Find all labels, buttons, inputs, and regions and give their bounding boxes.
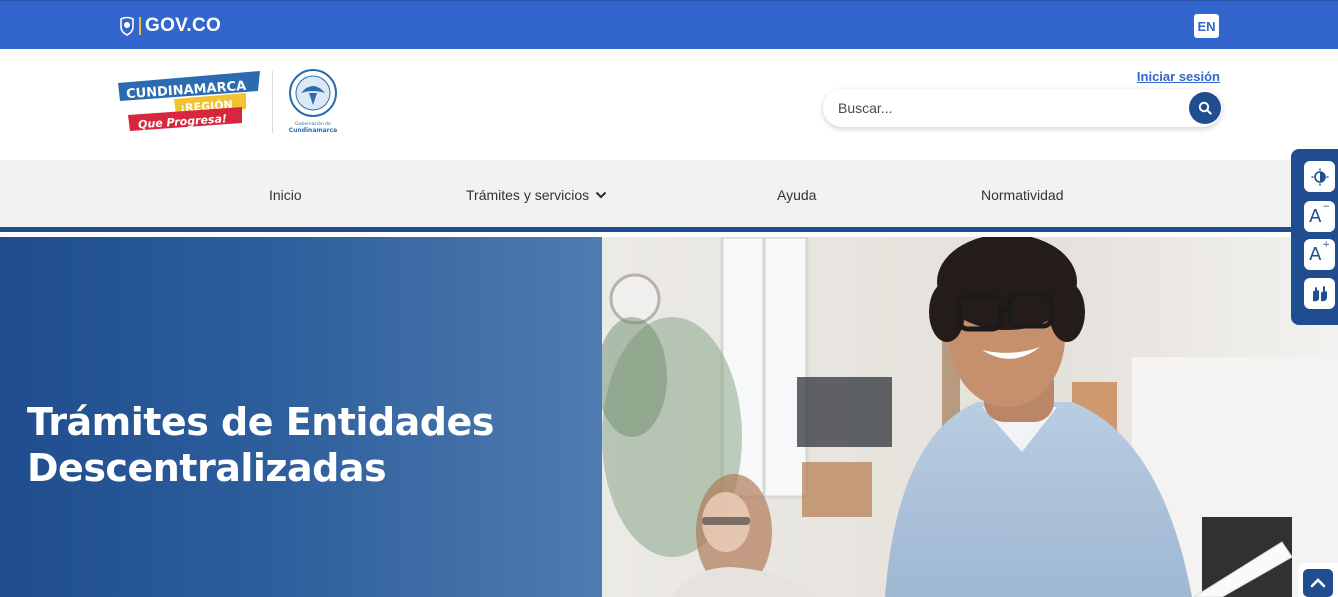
search-icon — [1198, 101, 1212, 115]
search-input[interactable] — [838, 98, 1178, 118]
contrast-button[interactable] — [1304, 161, 1335, 192]
nav-item-ayuda[interactable]: Ayuda — [777, 187, 816, 203]
accessibility-toolbar: A− A+ — [1291, 149, 1338, 325]
increase-font-button[interactable]: A+ — [1304, 239, 1335, 270]
search-button[interactable] — [1189, 92, 1221, 124]
decrease-font-button[interactable]: A− — [1304, 201, 1335, 232]
hero-title: Trámites de Entidades Descentralizadas — [27, 399, 587, 491]
increase-font-icon: A+ — [1309, 240, 1330, 265]
hero-photo — [602, 237, 1338, 597]
login-link[interactable]: Iniciar sesión — [1137, 69, 1220, 84]
nav-item-tramites[interactable]: Trámites y servicios — [466, 187, 607, 203]
main-nav: Inicio Trámites y servicios Ayuda Normat… — [0, 160, 1338, 232]
contrast-icon — [1311, 168, 1328, 185]
sign-language-icon — [1312, 285, 1327, 301]
decrease-font-icon: A− — [1309, 202, 1330, 227]
hero-title-line-2: Descentralizadas — [27, 446, 387, 490]
cundinamarca-brand-logo[interactable]: CUNDINAMARCA ¡REGIÓN Que Progresa! — [116, 69, 262, 131]
language-toggle-button[interactable]: EN — [1194, 14, 1219, 38]
nav-item-label: Normatividad — [981, 187, 1064, 203]
gobernacion-seal-logo[interactable]: Gobernación de Cundinamarca — [287, 69, 339, 135]
nav-item-label: Ayuda — [777, 187, 817, 203]
sign-language-button[interactable] — [1304, 278, 1335, 309]
nav-item-label: Inicio — [269, 187, 302, 203]
seal-caption-2: Cundinamarca — [289, 127, 337, 134]
back-to-top-inner — [1303, 569, 1333, 597]
nav-item-inicio[interactable]: Inicio — [269, 187, 302, 203]
nav-item-normatividad[interactable]: Normatividad — [981, 187, 1063, 203]
hero-title-line-1: Trámites de Entidades — [27, 400, 494, 444]
hero-banner: Trámites de Entidades Descentralizadas — [0, 237, 1338, 597]
search-box — [823, 89, 1222, 127]
logo-divider — [272, 71, 273, 133]
site-header: CUNDINAMARCA ¡REGIÓN Que Progresa! Gober… — [0, 49, 1338, 160]
gov-logo-text: GOV.CO — [145, 15, 222, 36]
gov-co-logo[interactable]: GOV.CO — [119, 14, 221, 38]
chevron-down-icon — [595, 191, 607, 199]
back-to-top-button[interactable] — [1298, 563, 1338, 597]
seal-caption-1: Gobernación de — [295, 120, 331, 127]
nav-item-label: Trámites y servicios — [466, 187, 590, 203]
hero-text-panel: Trámites de Entidades Descentralizadas — [0, 237, 602, 597]
colombia-shield-icon — [120, 16, 134, 36]
gov-top-bar: GOV.CO EN — [0, 0, 1338, 49]
chevron-up-icon — [1310, 578, 1326, 588]
gov-logo-separator — [139, 17, 141, 35]
